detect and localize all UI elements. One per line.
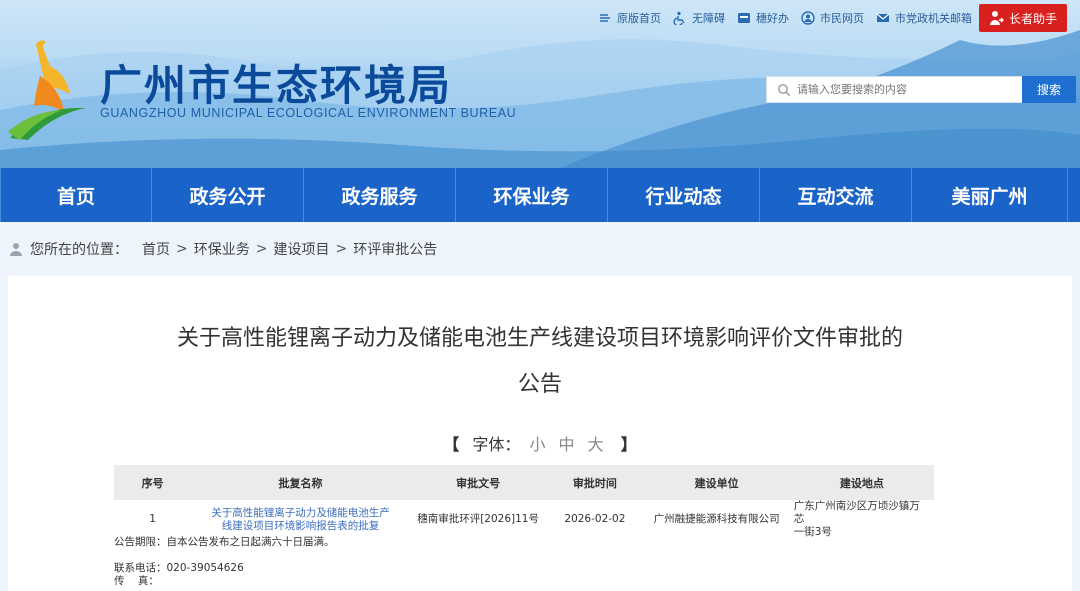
breadcrumb-env-business[interactable]: 环保业务 bbox=[194, 239, 250, 259]
cell-location: 广东广州南沙区万顷沙镇万芯 一街3号 bbox=[793, 500, 920, 538]
bureau-logo-icon bbox=[8, 40, 86, 140]
app-icon bbox=[737, 11, 751, 25]
font-size-large[interactable]: 大 bbox=[588, 435, 604, 454]
col-header-date: 审批时间 bbox=[546, 465, 644, 500]
font-size-medium[interactable]: 中 bbox=[559, 435, 575, 454]
breadcrumb-separator: > bbox=[335, 241, 348, 257]
nav-gov-services[interactable]: 政务服务 bbox=[304, 168, 456, 222]
breadcrumb: 您所在的位置： 首页 > 环保业务 > 建设项目 > 环评审批公告 bbox=[8, 239, 437, 259]
elder-icon bbox=[989, 10, 1005, 26]
search-box bbox=[766, 76, 1023, 103]
accessibility-icon bbox=[673, 11, 687, 25]
nav-env-business[interactable]: 环保业务 bbox=[456, 168, 608, 222]
col-header-doc-no: 审批文号 bbox=[409, 465, 547, 500]
contact-phone: 联系电话：020-39054626 bbox=[114, 562, 244, 574]
breadcrumb-construction[interactable]: 建设项目 bbox=[273, 239, 329, 259]
nav-interaction[interactable]: 互动交流 bbox=[760, 168, 912, 222]
main-nav: 首页 政务公开 政务服务 环保业务 行业动态 互动交流 美丽广州 bbox=[0, 168, 1080, 222]
cell-no: 1 bbox=[149, 513, 156, 525]
nav-gov-affairs[interactable]: 政务公开 bbox=[152, 168, 304, 222]
table-row: 1 关于高性能锂离子动力及储能电池生产 线建设项目环境影响报告表的批复 穗南审批… bbox=[114, 500, 934, 539]
notice-notes: 公告期限：自本公告发布之日起满六十日届满。 联系电话：020-39054626 … bbox=[114, 536, 335, 588]
col-header-unit: 建设单位 bbox=[643, 465, 790, 500]
font-size-label: 字体： bbox=[472, 435, 521, 454]
search-icon bbox=[777, 83, 791, 97]
breadcrumb-separator: > bbox=[255, 241, 268, 257]
contact-fax: 传 真： bbox=[114, 575, 159, 587]
return-icon bbox=[598, 11, 612, 25]
col-header-location: 建设地点 bbox=[789, 465, 934, 500]
link-suihaoban[interactable]: 穗好办 bbox=[737, 10, 789, 26]
link-gov-mailbox[interactable]: 市党政机关邮箱 bbox=[876, 10, 972, 26]
breadcrumb-home[interactable]: 首页 bbox=[142, 239, 170, 259]
font-size-switcher: 【 字体： 小 中 大 】 bbox=[443, 435, 637, 454]
notice-period: 公告期限：自本公告发布之日起满六十日届满。 bbox=[114, 536, 335, 548]
elder-assistant-button[interactable]: 长者助手 bbox=[979, 4, 1067, 32]
cell-doc-no: 穗南审批环评[2026]11号 bbox=[417, 513, 539, 525]
citizen-icon bbox=[801, 11, 815, 25]
article-title: 关于高性能锂离子动力及储能电池生产线建设项目环境影响评价文件审批的 公告 bbox=[176, 326, 903, 397]
cell-unit: 广州融捷能源科技有限公司 bbox=[653, 513, 780, 525]
link-original-home[interactable]: 原版首页 bbox=[598, 10, 661, 26]
top-links: 原版首页 无障碍 穗好办 市民网页 市党政机关邮箱 bbox=[598, 8, 984, 28]
breadcrumb-eia-notice[interactable]: 环评审批公告 bbox=[353, 239, 437, 259]
site-subtitle: GUANGZHOU MUNICIPAL ECOLOGICAL ENVIRONME… bbox=[100, 106, 517, 120]
breadcrumb-separator: > bbox=[176, 241, 188, 257]
search-button[interactable]: 搜索 bbox=[1022, 76, 1076, 103]
table-header-row: 序号 批复名称 审批文号 审批时间 建设单位 建设地点 bbox=[114, 465, 934, 500]
approval-table: 序号 批复名称 审批文号 审批时间 建设单位 建设地点 1 关于高性能锂离子动力… bbox=[114, 465, 934, 539]
mail-icon bbox=[876, 11, 890, 25]
site-header: 广州市生态环境局 GUANGZHOU MUNICIPAL ECOLOGICAL … bbox=[0, 0, 1080, 168]
cell-date: 2026-02-02 bbox=[564, 513, 626, 525]
font-size-small[interactable]: 小 bbox=[529, 435, 545, 454]
col-header-no: 序号 bbox=[114, 465, 192, 500]
approval-doc-link[interactable]: 关于高性能锂离子动力及储能电池生产 线建设项目环境影响报告表的批复 bbox=[191, 500, 410, 539]
nav-industry-news[interactable]: 行业动态 bbox=[608, 168, 760, 222]
nav-beautiful-guangzhou[interactable]: 美丽广州 bbox=[912, 168, 1068, 222]
breadcrumb-label: 您所在的位置： bbox=[30, 242, 128, 258]
search-input[interactable] bbox=[797, 83, 1012, 96]
col-header-name: 批复名称 bbox=[191, 465, 410, 500]
nav-home[interactable]: 首页 bbox=[0, 168, 152, 222]
location-icon bbox=[8, 241, 24, 257]
link-citizen-page[interactable]: 市民网页 bbox=[801, 10, 864, 26]
site-title: 广州市生态环境局 bbox=[100, 61, 453, 110]
link-accessibility[interactable]: 无障碍 bbox=[673, 10, 725, 26]
